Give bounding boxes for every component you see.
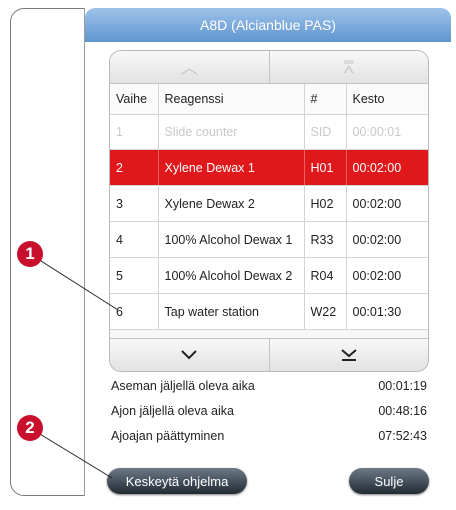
run-end-label: Ajoajan päättyminen (111, 429, 225, 443)
scroll-to-bottom-button[interactable] (268, 339, 429, 371)
cell-duration: 00:02:00 (345, 257, 428, 294)
cell-reagent: 100% Alcohol Dewax 2 (157, 257, 304, 294)
table-row[interactable]: 3 Xylene Dewax 2 H02 00:02:00 (110, 185, 428, 222)
header-duration: Kesto (345, 84, 428, 115)
cell-duration: 00:00:01 (345, 114, 428, 150)
cell-duration: 00:02:00 (345, 185, 428, 222)
header-reagent: Reagenssi (157, 84, 304, 115)
station-remaining-row: Aseman jäljellä oleva aika 00:01:19 (111, 376, 427, 396)
run-remaining-row: Ajon jäljellä oleva aika 00:48:16 (111, 401, 427, 421)
table-row[interactable]: 1 Slide counter SID 00:00:01 (110, 114, 428, 150)
table-row[interactable]: 6 Tap water station W22 00:01:30 (110, 293, 428, 330)
pause-program-button[interactable]: Keskeytä ohjelma (107, 468, 247, 494)
cell-duration: 00:02:00 (345, 221, 428, 258)
cell-station: H02 (303, 185, 346, 222)
cell-reagent: Xylene Dewax 2 (157, 185, 304, 222)
cell-reagent: Xylene Dewax 1 (157, 149, 304, 186)
cell-station: W22 (303, 293, 346, 330)
run-remaining-value: 00:48:16 (378, 404, 427, 418)
table-row[interactable]: 5 100% Alcohol Dewax 2 R04 00:02:00 (110, 257, 428, 294)
cell-step: 3 (110, 185, 158, 222)
header-station: # (303, 84, 346, 115)
cell-step: 6 (110, 293, 158, 330)
program-steps-panel: ︿ ⩞ Vaihe Reagenssi # Kesto 1 Slide coun… (109, 50, 429, 372)
cell-step: 2 (110, 149, 158, 186)
cell-reagent: Slide counter (157, 114, 304, 150)
callout-badge-1: 1 (17, 241, 43, 267)
scroll-up-button[interactable]: ︿ (110, 51, 269, 83)
cell-step: 5 (110, 257, 158, 294)
chevron-double-down-icon (341, 349, 357, 361)
cell-step: 4 (110, 221, 158, 258)
cell-step: 1 (110, 114, 158, 150)
station-remaining-label: Aseman jäljellä oleva aika (111, 379, 255, 393)
dialog-title: A8D (Alcianblue PAS) (85, 8, 451, 42)
cell-station: R04 (303, 257, 346, 294)
scroll-bottom-bar (110, 338, 428, 371)
cell-reagent: Tap water station (157, 293, 304, 330)
cell-station: SID (303, 114, 346, 150)
scroll-down-button[interactable] (110, 339, 269, 371)
run-end-row: Ajoajan päättyminen 07:52:43 (111, 426, 427, 446)
scroll-to-top-button[interactable]: ⩞ (268, 51, 429, 83)
close-button[interactable]: Sulje (349, 468, 429, 494)
cell-duration: 00:01:30 (345, 293, 428, 330)
cell-reagent: 100% Alcohol Dewax 1 (157, 221, 304, 258)
header-step: Vaihe (110, 84, 158, 115)
cell-station: R33 (303, 221, 346, 258)
table-row[interactable]: 4 100% Alcohol Dewax 1 R33 00:02:00 (110, 221, 428, 258)
chevron-double-up-icon: ⩞ (343, 56, 355, 77)
cell-duration: 00:02:00 (345, 149, 428, 186)
run-end-value: 07:52:43 (378, 429, 427, 443)
run-remaining-label: Ajon jäljellä oleva aika (111, 404, 234, 418)
scroll-top-bar: ︿ ⩞ (110, 51, 428, 84)
table-row-selected[interactable]: 2 Xylene Dewax 1 H01 00:02:00 (110, 149, 428, 186)
program-dialog: A8D (Alcianblue PAS) ︿ ⩞ Vaihe Reagenssi… (84, 8, 451, 496)
program-steps-table: Vaihe Reagenssi # Kesto 1 Slide counter … (110, 84, 428, 330)
chevron-down-icon (181, 350, 197, 360)
callout-badge-2: 2 (17, 415, 43, 441)
table-header-row: Vaihe Reagenssi # Kesto (110, 84, 428, 115)
cell-station: H01 (303, 149, 346, 186)
chevron-up-icon: ︿ (180, 58, 199, 78)
station-remaining-value: 00:01:19 (378, 379, 427, 393)
